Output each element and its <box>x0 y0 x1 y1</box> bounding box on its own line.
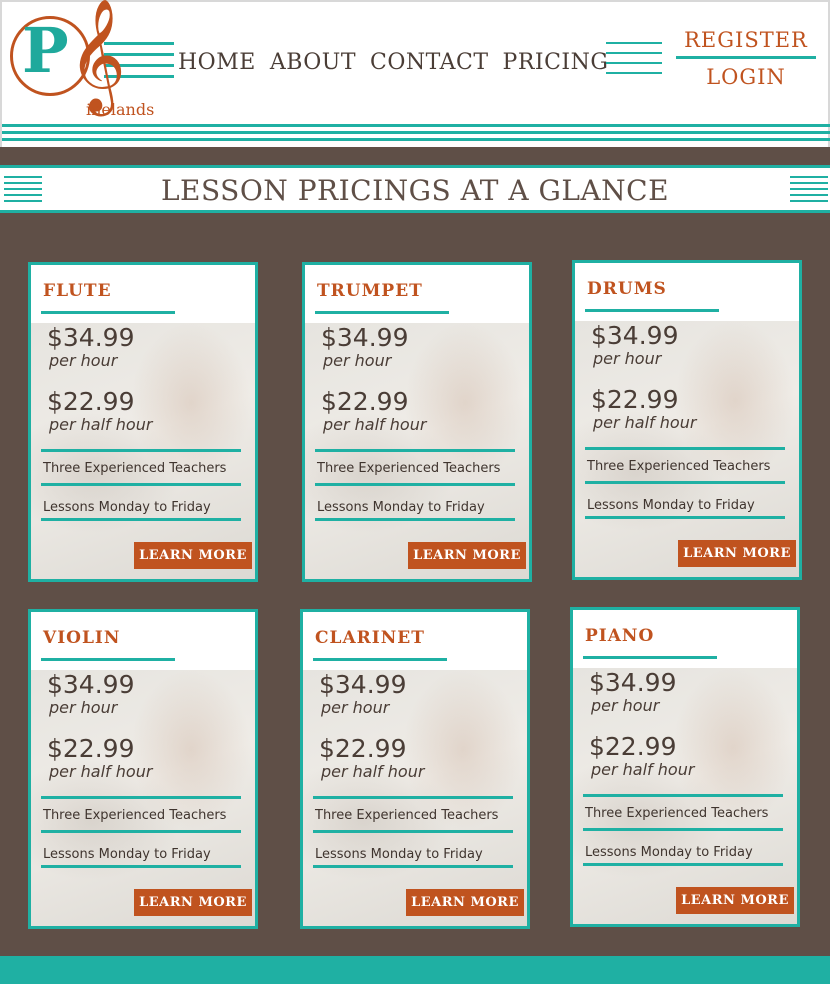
feature-rule <box>41 518 241 521</box>
logo-initial: P <box>22 14 69 87</box>
feature-rule <box>313 796 513 799</box>
feature-schedule: Lessons Monday to Friday <box>43 500 211 515</box>
card-title: CLARINET <box>315 628 425 648</box>
site-header: P 𝄞 inelands HOME ABOUT CONTACT PRICING … <box>0 0 830 147</box>
unit-half-hour: per half hour <box>49 415 153 434</box>
feature-schedule: Lessons Monday to Friday <box>315 847 483 862</box>
price-hour: $34.99 <box>591 321 679 350</box>
learn-more-button[interactable]: LEARN MORE <box>678 540 796 567</box>
feature-schedule: Lessons Monday to Friday <box>587 498 755 513</box>
feature-rule <box>41 830 241 833</box>
pricing-banner: LESSON PRICINGS AT A GLANCE <box>0 165 830 213</box>
pricing-card-drums: DRUMS $34.99 per hour $22.99 per half ho… <box>572 260 802 580</box>
price-hour: $34.99 <box>319 670 407 699</box>
feature-schedule: Lessons Monday to Friday <box>43 847 211 862</box>
banner-lines-right <box>790 176 828 206</box>
unit-hour: per hour <box>591 696 660 715</box>
unit-hour: per hour <box>49 351 118 370</box>
price-hour: $34.99 <box>47 323 135 352</box>
unit-hour: per hour <box>321 698 390 717</box>
feature-rule <box>313 865 513 868</box>
unit-hour: per hour <box>593 349 662 368</box>
learn-more-button[interactable]: LEARN MORE <box>408 542 526 569</box>
feature-teachers: Three Experienced Teachers <box>585 806 769 821</box>
feature-teachers: Three Experienced Teachers <box>43 461 227 476</box>
feature-rule <box>583 794 783 797</box>
feature-schedule: Lessons Monday to Friday <box>585 845 753 860</box>
price-half-hour: $22.99 <box>321 387 409 416</box>
login-link[interactable]: LOGIN <box>676 65 816 89</box>
card-title: FLUTE <box>43 281 112 301</box>
footer-bar <box>0 956 830 984</box>
feature-rule <box>41 483 241 486</box>
learn-more-button[interactable]: LEARN MORE <box>134 889 252 916</box>
price-hour: $34.99 <box>589 668 677 697</box>
price-half-hour: $22.99 <box>589 732 677 761</box>
unit-half-hour: per half hour <box>321 762 425 781</box>
main-nav: HOME ABOUT CONTACT PRICING <box>178 50 608 75</box>
feature-teachers: Three Experienced Teachers <box>317 461 501 476</box>
unit-hour: per hour <box>323 351 392 370</box>
card-title-rule <box>583 656 717 659</box>
price-half-hour: $22.99 <box>47 387 135 416</box>
pricing-card-flute: FLUTE $34.99 per hour $22.99 per half ho… <box>28 262 258 582</box>
card-title-rule <box>585 309 719 312</box>
auth-links: REGISTER LOGIN <box>676 28 816 89</box>
feature-teachers: Three Experienced Teachers <box>315 808 499 823</box>
register-link[interactable]: REGISTER <box>676 28 816 52</box>
feature-schedule: Lessons Monday to Friday <box>317 500 485 515</box>
nav-decor-lines <box>606 42 662 82</box>
learn-more-button[interactable]: LEARN MORE <box>134 542 252 569</box>
feature-rule <box>583 828 783 831</box>
unit-half-hour: per half hour <box>591 760 695 779</box>
price-hour: $34.99 <box>47 670 135 699</box>
unit-half-hour: per half hour <box>49 762 153 781</box>
card-title: TRUMPET <box>317 281 423 301</box>
card-title: PIANO <box>585 626 655 646</box>
card-title-rule <box>41 311 175 314</box>
price-half-hour: $22.99 <box>319 734 407 763</box>
price-half-hour: $22.99 <box>591 385 679 414</box>
pricing-card-piano: PIANO $34.99 per hour $22.99 per half ho… <box>570 607 800 927</box>
feature-teachers: Three Experienced Teachers <box>43 808 227 823</box>
nav-about[interactable]: ABOUT <box>270 50 356 75</box>
pricing-card-trumpet: TRUMPET $34.99 per hour $22.99 per half … <box>302 262 532 582</box>
nav-contact[interactable]: CONTACT <box>370 50 488 75</box>
pricing-card-clarinet: CLARINET $34.99 per hour $22.99 per half… <box>300 609 530 929</box>
nav-home[interactable]: HOME <box>178 50 256 75</box>
feature-rule <box>315 449 515 452</box>
card-title-rule <box>315 311 449 314</box>
feature-rule <box>583 863 783 866</box>
learn-more-button[interactable]: LEARN MORE <box>406 889 524 916</box>
feature-rule <box>585 481 785 484</box>
page-title: LESSON PRICINGS AT A GLANCE <box>160 174 670 207</box>
header-stripes <box>2 124 830 145</box>
logo-text: inelands <box>86 100 155 119</box>
card-title-rule <box>41 658 175 661</box>
card-title: DRUMS <box>587 279 667 299</box>
feature-rule <box>315 518 515 521</box>
feature-rule <box>313 830 513 833</box>
pinelands-logo[interactable]: P 𝄞 inelands <box>8 0 174 124</box>
price-hour: $34.99 <box>321 323 409 352</box>
card-title: VIOLIN <box>43 628 121 648</box>
feature-rule <box>585 447 785 450</box>
unit-hour: per hour <box>49 698 118 717</box>
feature-rule <box>315 483 515 486</box>
learn-more-button[interactable]: LEARN MORE <box>676 887 794 914</box>
treble-clef-icon: 𝄞 <box>68 0 126 112</box>
feature-rule <box>41 449 241 452</box>
unit-half-hour: per half hour <box>323 415 427 434</box>
price-half-hour: $22.99 <box>47 734 135 763</box>
feature-rule <box>41 865 241 868</box>
feature-rule <box>41 796 241 799</box>
card-title-rule <box>313 658 447 661</box>
feature-teachers: Three Experienced Teachers <box>587 459 771 474</box>
pricing-card-violin: VIOLIN $34.99 per hour $22.99 per half h… <box>28 609 258 929</box>
auth-divider <box>676 56 816 59</box>
unit-half-hour: per half hour <box>593 413 697 432</box>
feature-rule <box>585 516 785 519</box>
nav-pricing[interactable]: PRICING <box>503 50 609 75</box>
